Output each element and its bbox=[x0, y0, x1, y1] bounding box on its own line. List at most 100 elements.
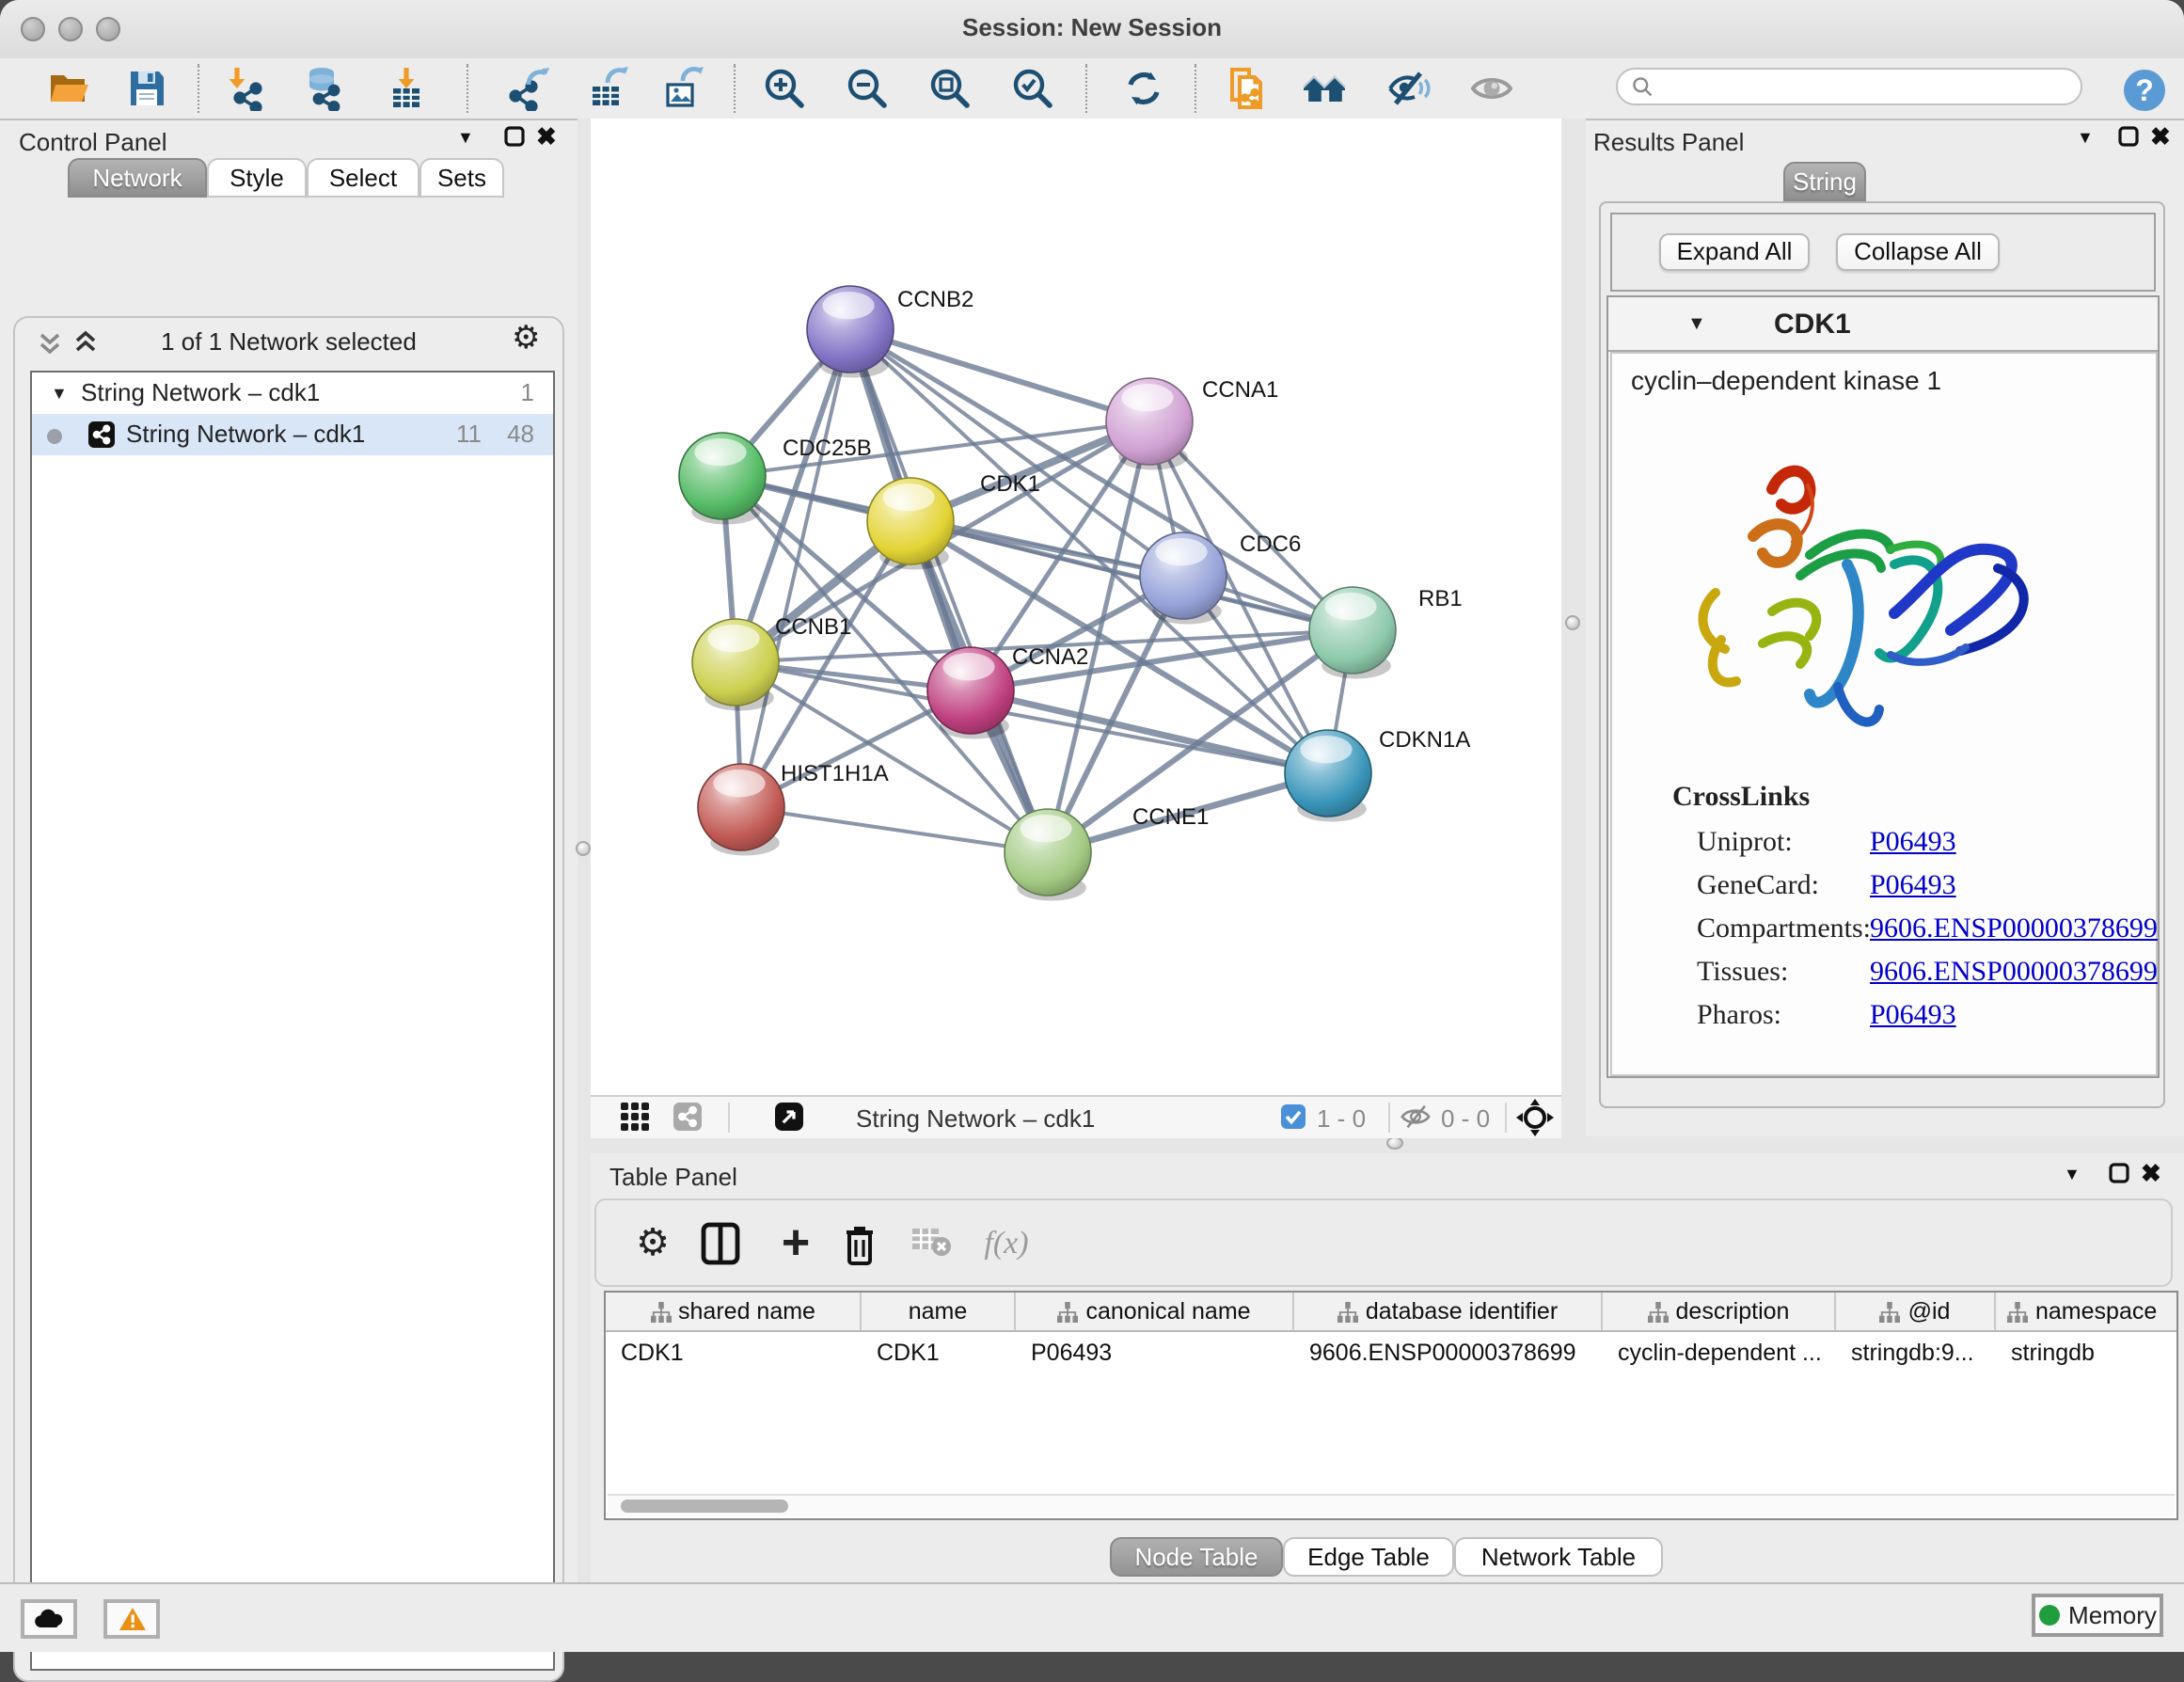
cdk1-section-header[interactable]: ▼ CDK1 bbox=[1608, 297, 2158, 352]
column-header[interactable]: database identifier bbox=[1294, 1293, 1603, 1330]
tab-string[interactable]: String bbox=[1783, 162, 1866, 201]
show-columns-icon[interactable] bbox=[700, 1221, 749, 1270]
tab-sets[interactable]: Sets bbox=[419, 158, 504, 198]
column-header[interactable]: canonical name bbox=[1016, 1293, 1294, 1330]
delete-column-trash-icon[interactable] bbox=[841, 1221, 890, 1270]
tab-style[interactable]: Style bbox=[207, 158, 307, 198]
network-share-icon[interactable] bbox=[673, 1103, 702, 1131]
tab-network-table[interactable]: Network Table bbox=[1454, 1537, 1663, 1577]
network-options-gear-icon[interactable]: ⚙ bbox=[512, 320, 541, 357]
toolbar-separator bbox=[1085, 64, 1087, 113]
save-session-button[interactable] bbox=[124, 66, 169, 111]
import-network-database-button[interactable] bbox=[301, 66, 346, 111]
crosslink-value[interactable]: 9606.ENSP00000378699 bbox=[1870, 958, 2158, 990]
memory-button[interactable]: Memory bbox=[2032, 1594, 2163, 1637]
warnings-button[interactable] bbox=[103, 1599, 160, 1639]
panel-float-icon[interactable] bbox=[504, 126, 525, 147]
section-collapse-triangle-icon[interactable]: ▼ bbox=[1687, 314, 1706, 335]
panel-float-icon[interactable] bbox=[2118, 126, 2139, 147]
crosslink-value[interactable]: P06493 bbox=[1870, 828, 1956, 860]
network-status-dot bbox=[47, 429, 62, 444]
export-table-button[interactable] bbox=[585, 66, 630, 111]
panel-menu-icon[interactable]: ▼ bbox=[457, 128, 474, 147]
tab-select[interactable]: Select bbox=[307, 158, 419, 198]
crosslink-value[interactable]: 9606.ENSP00000378699 bbox=[1870, 914, 2158, 946]
panel-close-icon[interactable]: ✖ bbox=[2141, 1159, 2161, 1189]
column-tree-icon bbox=[1648, 1301, 1669, 1322]
refresh-network-button[interactable] bbox=[1121, 66, 1166, 111]
selection-summary: 1 of 1 Network selected bbox=[15, 327, 562, 356]
left-splitter-handle[interactable] bbox=[576, 841, 591, 856]
horizontal-splitter-handle[interactable] bbox=[1386, 1136, 1403, 1150]
hide-panels-button[interactable] bbox=[1386, 66, 1432, 111]
import-table-button[interactable] bbox=[384, 66, 429, 111]
crosslink-value[interactable]: P06493 bbox=[1870, 871, 1956, 903]
help-icon: ? bbox=[2122, 68, 2167, 113]
open-view-icon[interactable] bbox=[775, 1103, 803, 1131]
column-header[interactable]: @id bbox=[1836, 1293, 1996, 1330]
tab-node-table[interactable]: Node Table bbox=[1110, 1537, 1283, 1577]
tab-edge-table[interactable]: Edge Table bbox=[1283, 1537, 1454, 1577]
network-row[interactable]: String Network – cdk1 11 48 bbox=[32, 414, 553, 455]
column-header[interactable]: description bbox=[1603, 1293, 1836, 1330]
export-image-button[interactable] bbox=[660, 66, 705, 111]
column-header[interactable]: name bbox=[862, 1293, 1016, 1330]
network-graph[interactable]: CCNB2CCNA1CDC25BCDK1CDC6RB1CCNB1CCNA2CDK… bbox=[591, 119, 1561, 1095]
node-table: shared name name canonical name database… bbox=[604, 1291, 2178, 1520]
export-table-icon bbox=[585, 66, 630, 111]
table-row[interactable]: CDK1 CDK1 P06493 9606.ENSP00000378699 cy… bbox=[606, 1332, 2176, 1373]
table-horizontal-scrollbar[interactable] bbox=[608, 1494, 2175, 1516]
cell-id: stringdb:9... bbox=[1836, 1332, 1996, 1373]
crosslink-label: Compartments: bbox=[1697, 914, 1871, 946]
help-button[interactable]: ? bbox=[2122, 68, 2167, 113]
fit-content-crosshair-icon[interactable] bbox=[1516, 1099, 1554, 1136]
grid-view-icon[interactable] bbox=[621, 1103, 649, 1131]
crosslink-value[interactable]: P06493 bbox=[1870, 1001, 1956, 1033]
panel-menu-icon[interactable]: ▼ bbox=[2064, 1165, 2081, 1183]
column-header[interactable]: shared name bbox=[606, 1293, 862, 1330]
collapse-triangle-icon[interactable]: ▼ bbox=[51, 373, 68, 414]
horizontal-splitter[interactable] bbox=[591, 1136, 2184, 1153]
zoom-selected-button[interactable] bbox=[1010, 66, 1055, 111]
scrollbar-thumb[interactable] bbox=[621, 1500, 788, 1513]
node-count: 11 bbox=[456, 414, 482, 455]
panel-close-icon[interactable]: ✖ bbox=[536, 122, 557, 152]
delete-table-icon[interactable] bbox=[910, 1221, 959, 1270]
save-floppy-icon bbox=[124, 66, 169, 111]
clone-network-button[interactable] bbox=[1225, 66, 1270, 111]
network-tab-content: 1 of 1 Network selected ⚙ ▼ String Netwo… bbox=[13, 316, 564, 1682]
add-column-icon[interactable]: + bbox=[771, 1221, 820, 1270]
function-builder-button[interactable]: f(x) bbox=[982, 1221, 1031, 1270]
selected-checkbox-icon[interactable] bbox=[1281, 1104, 1306, 1129]
zoom-in-button[interactable] bbox=[762, 66, 807, 111]
export-network-button[interactable] bbox=[506, 66, 551, 111]
cloud-button[interactable] bbox=[21, 1599, 77, 1639]
import-network-file-button[interactable] bbox=[222, 66, 267, 111]
expand-all-button[interactable]: Expand All bbox=[1659, 233, 1810, 271]
column-header[interactable]: namespace bbox=[1996, 1293, 2176, 1330]
zoom-out-button[interactable] bbox=[845, 66, 890, 111]
cell-description: cyclin-dependent ... bbox=[1603, 1332, 1836, 1373]
panel-float-icon[interactable] bbox=[2109, 1163, 2129, 1183]
right-splitter-handle[interactable] bbox=[1565, 615, 1580, 630]
toolbar-separator bbox=[1388, 1103, 1390, 1133]
tab-network[interactable]: Network bbox=[68, 158, 207, 198]
open-file-button[interactable] bbox=[47, 66, 92, 111]
svg-text:CDKN1A: CDKN1A bbox=[1379, 727, 1470, 753]
toolbar-separator bbox=[467, 64, 468, 113]
panel-menu-icon[interactable]: ▼ bbox=[2077, 128, 2094, 147]
zoom-fit-button[interactable] bbox=[927, 66, 973, 111]
search-input[interactable] bbox=[1654, 71, 2081, 102]
table-settings-gear-icon[interactable]: ⚙ bbox=[628, 1221, 677, 1270]
show-eye-button[interactable] bbox=[1469, 66, 1514, 111]
string-home-button[interactable] bbox=[1302, 66, 1347, 111]
table-toolbar: ⚙ + f(x) bbox=[594, 1198, 2173, 1287]
network-canvas[interactable]: CCNB2CCNA1CDC25BCDK1CDC6RB1CCNB1CCNA2CDK… bbox=[591, 119, 1561, 1095]
right-splitter[interactable] bbox=[1561, 119, 1586, 1136]
cdk1-section: ▼ CDK1 cyclin–dependent kinase 1 bbox=[1606, 295, 2160, 1078]
panel-close-icon[interactable]: ✖ bbox=[2150, 122, 2171, 152]
network-collection-row[interactable]: ▼ String Network – cdk1 1 bbox=[32, 373, 553, 414]
collapse-all-button[interactable]: Collapse All bbox=[1836, 233, 2000, 271]
zoom-out-icon bbox=[845, 66, 890, 111]
hidden-eye-slash-icon[interactable] bbox=[1400, 1103, 1432, 1131]
